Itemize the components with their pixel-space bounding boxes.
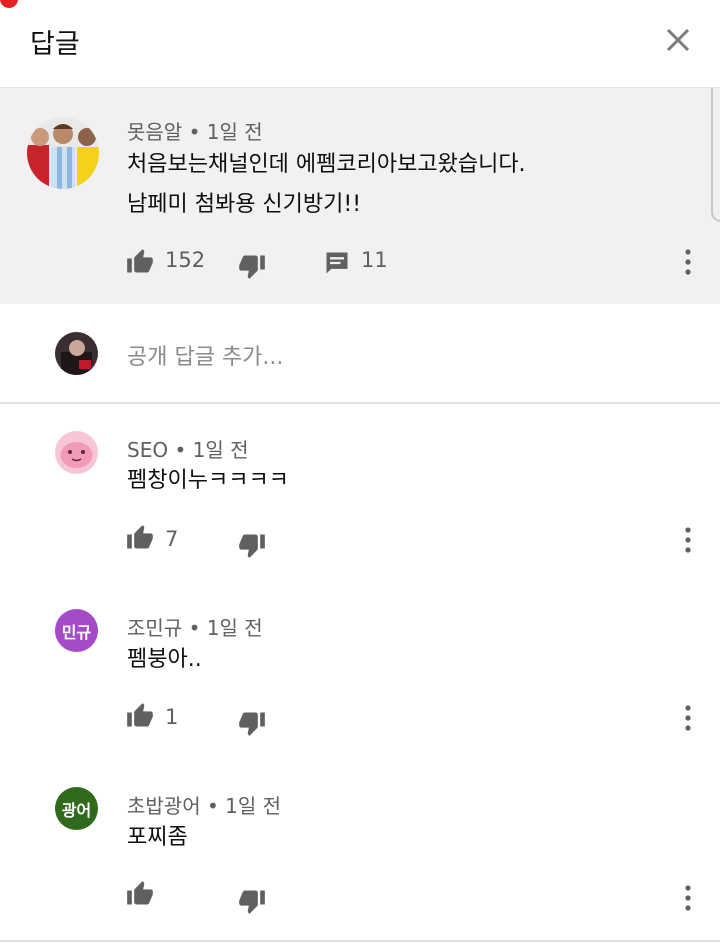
more-vert-icon[interactable] bbox=[683, 704, 693, 732]
like-count: 1 bbox=[165, 705, 179, 729]
more-vert-icon[interactable] bbox=[683, 248, 693, 276]
author-name[interactable]: 못음알 bbox=[127, 120, 182, 144]
avatar[interactable]: 민규 bbox=[55, 609, 98, 652]
author-name[interactable]: 조민규 bbox=[127, 616, 182, 640]
avatar[interactable]: 광어 bbox=[55, 787, 98, 830]
meta-separator: • bbox=[206, 794, 226, 818]
thumb-down-icon bbox=[238, 709, 266, 737]
reply-count: 11 bbox=[361, 248, 388, 272]
comment-text: 펨붕아.. bbox=[127, 647, 202, 672]
comment-text: 포찌좀 bbox=[127, 825, 188, 850]
reply-comment: 광어 초밥광어 • 1일 전 포찌좀 bbox=[0, 760, 720, 938]
timestamp: 1일 전 bbox=[206, 120, 263, 144]
avatar[interactable] bbox=[55, 431, 98, 474]
comment-meta: SEO • 1일 전 bbox=[127, 434, 248, 463]
avatar bbox=[55, 332, 98, 375]
close-button[interactable] bbox=[660, 22, 696, 58]
divider bbox=[0, 940, 720, 942]
thumb-up-icon bbox=[126, 702, 154, 730]
comment-meta: 초밥광어 • 1일 전 bbox=[127, 790, 281, 819]
thumb-down-icon bbox=[238, 531, 266, 559]
timestamp: 1일 전 bbox=[206, 616, 263, 640]
like-count: 7 bbox=[165, 527, 179, 551]
comment-text-line-2: 남페미 첨봐용 신기방기!! bbox=[127, 192, 362, 217]
reply-comment: 민규 조민규 • 1일 전 펨붕아.. 1 bbox=[0, 582, 720, 760]
thumb-down-icon bbox=[238, 887, 266, 915]
comment-icon bbox=[323, 249, 351, 277]
thumb-down-icon bbox=[238, 252, 266, 280]
meta-separator: • bbox=[188, 120, 207, 144]
comment-meta: 못음알 • 1일 전 bbox=[127, 116, 263, 145]
scrollbar[interactable] bbox=[711, 88, 720, 222]
like-count: 152 bbox=[165, 248, 206, 272]
more-vert-icon[interactable] bbox=[683, 526, 693, 554]
timestamp: 1일 전 bbox=[192, 438, 249, 462]
more-vert-icon[interactable] bbox=[683, 884, 693, 912]
panel-title: 답글 bbox=[30, 29, 80, 60]
meta-separator: • bbox=[174, 438, 193, 462]
author-name[interactable]: 초밥광어 bbox=[127, 794, 201, 818]
reply-panel-header: 답글 bbox=[0, 0, 720, 88]
comment-text: 펨창이누ㅋㅋㅋㅋ bbox=[127, 468, 289, 493]
thumb-up-icon bbox=[126, 524, 154, 552]
thumb-up-icon bbox=[126, 880, 154, 908]
timestamp: 1일 전 bbox=[225, 794, 282, 818]
add-reply-input[interactable]: 공개 답글 추가... bbox=[127, 339, 283, 371]
meta-separator: • bbox=[188, 616, 207, 640]
add-reply-row[interactable]: 공개 답글 추가... bbox=[0, 305, 720, 404]
reply-comment: SEO • 1일 전 펨창이누ㅋㅋㅋㅋ 7 bbox=[0, 404, 720, 582]
comment-meta: 조민규 • 1일 전 bbox=[127, 612, 263, 641]
parent-comment: 못음알 • 1일 전 처음보는채널인데 에펨코리아보고왔습니다. 남페미 첨봐용… bbox=[0, 88, 720, 304]
avatar[interactable] bbox=[27, 117, 99, 189]
author-name[interactable]: SEO bbox=[127, 438, 168, 462]
comment-text-line-1: 처음보는채널인데 에펨코리아보고왔습니다. bbox=[127, 152, 526, 177]
thumb-up-icon bbox=[126, 248, 154, 276]
close-icon bbox=[666, 28, 690, 52]
